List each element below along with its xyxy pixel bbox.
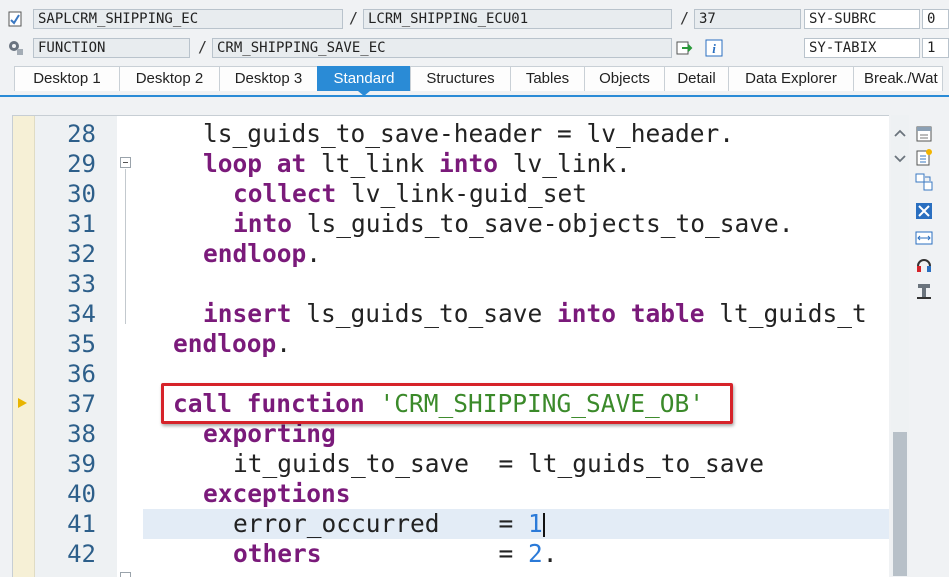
code-line: 30 collect lv_link-guid_set xyxy=(13,179,889,209)
fullscreen-icon[interactable] xyxy=(913,201,935,221)
line-number: 28 xyxy=(67,120,96,148)
tab-underline xyxy=(0,95,949,97)
tab-structures[interactable]: Structures xyxy=(410,66,511,91)
line-number: 35 xyxy=(67,330,96,358)
program-name-field[interactable]: SAPLCRM_SHIPPING_EC xyxy=(33,9,343,29)
text-cursor xyxy=(542,513,545,537)
tab-data-explorer[interactable]: Data Explorer xyxy=(728,66,854,91)
step-icon[interactable] xyxy=(676,39,694,57)
code-text: endloop. xyxy=(203,239,322,268)
watch-icon[interactable] xyxy=(913,255,935,275)
code-line: 32 endloop. xyxy=(13,239,889,269)
event-name-field[interactable]: CRM_SHIPPING_SAVE_EC xyxy=(212,38,672,58)
compare-icon[interactable] xyxy=(913,172,935,192)
code-line: 39 it_guids_to_save = lt_guids_to_save xyxy=(13,449,889,479)
separator: / xyxy=(680,9,690,27)
line-number: 40 xyxy=(67,480,96,508)
tab-objects[interactable]: Objects xyxy=(584,66,665,91)
line-number: 37 xyxy=(67,390,96,418)
code-text: error_occurred = 1 xyxy=(233,509,545,538)
fold-toggle[interactable] xyxy=(120,572,131,577)
code-line: 35 endloop. xyxy=(13,329,889,359)
tab-strip: Desktop 1 Desktop 2 Desktop 3 Standard S… xyxy=(14,66,943,91)
sysvar1-value-field[interactable]: 0 xyxy=(922,9,949,29)
line-number: 34 xyxy=(67,300,96,328)
tab-standard[interactable]: Standard xyxy=(317,66,411,91)
line-number: 38 xyxy=(67,420,96,448)
code-line: 33 xyxy=(13,269,889,299)
code-line: 29 loop at lt_link into lv_link. xyxy=(13,149,889,179)
sysvar2-name-field[interactable]: SY-TABIX xyxy=(804,38,920,58)
highlighted-statement-box xyxy=(161,383,733,424)
tab-desktop-1[interactable]: Desktop 1 xyxy=(14,66,120,91)
include-name-field[interactable]: LCRM_SHIPPING_ECU01 xyxy=(363,9,672,29)
code-line: 28 ls_guids_to_save-header = lv_header. xyxy=(13,119,889,149)
line-number: 30 xyxy=(67,180,96,208)
line-number: 29 xyxy=(67,150,96,178)
code-line: 41 error_occurred = 1 xyxy=(13,509,889,539)
tab-desktop-3[interactable]: Desktop 3 xyxy=(219,66,318,91)
line-number: 33 xyxy=(67,270,96,298)
new-icon[interactable] xyxy=(913,124,935,144)
code-line: 42 others = 2. xyxy=(13,539,889,569)
sysvar2-value-field[interactable]: 1 xyxy=(922,38,949,58)
code-text: insert ls_guids_to_save into table lt_gu… xyxy=(203,299,867,328)
code-line: 34 insert ls_guids_to_save into table lt… xyxy=(13,299,889,329)
tool-icon[interactable] xyxy=(913,281,935,301)
code-text: into ls_guids_to_save-objects_to_save. xyxy=(233,209,794,238)
code-line: 31 into ls_guids_to_save-objects_to_save… xyxy=(13,209,889,239)
tab-breakpoints-watchpoints[interactable]: Break./Wat xyxy=(853,66,943,91)
width-icon[interactable] xyxy=(913,228,935,248)
sysvar1-name-field[interactable]: SY-SUBRC xyxy=(804,9,920,29)
info-icon[interactable]: i xyxy=(705,39,723,57)
code-text: loop at lt_link into lv_link. xyxy=(203,149,631,178)
line-number: 42 xyxy=(67,540,96,568)
code-text: it_guids_to_save = lt_guids_to_save xyxy=(233,449,765,478)
code-text: endloop. xyxy=(173,329,292,358)
tab-tables[interactable]: Tables xyxy=(510,66,585,91)
line-number: 41 xyxy=(67,510,96,538)
line-number: 31 xyxy=(67,210,96,238)
line-number: 36 xyxy=(67,360,96,388)
code-line: 40 exceptions xyxy=(13,479,889,509)
line-number: 32 xyxy=(67,240,96,268)
scrollbar-thumb[interactable] xyxy=(893,432,907,576)
code-text: others = 2. xyxy=(233,539,558,568)
scroll-down-icon[interactable] xyxy=(891,150,909,168)
new-document-icon[interactable] xyxy=(913,147,935,167)
line-number-field[interactable]: 37 xyxy=(694,9,801,29)
active-tab-pointer xyxy=(358,91,370,96)
separator: / xyxy=(349,9,359,27)
program-icon xyxy=(6,10,24,28)
code-text: ls_guids_to_save-header = lv_header. xyxy=(203,119,735,148)
code-editor[interactable]: 28 ls_guids_to_save-header = lv_header. … xyxy=(12,115,889,577)
tab-desktop-2[interactable]: Desktop 2 xyxy=(119,66,220,91)
code-text: exceptions xyxy=(203,479,351,508)
svg-text:i: i xyxy=(712,41,716,56)
separator: / xyxy=(198,38,208,56)
code-text: collect lv_link-guid_set xyxy=(233,179,588,208)
scroll-up-icon[interactable] xyxy=(891,124,909,142)
event-type-field[interactable]: FUNCTION xyxy=(33,38,190,58)
tab-detail[interactable]: Detail xyxy=(664,66,729,91)
line-number: 39 xyxy=(67,450,96,478)
settings-icon[interactable] xyxy=(6,38,24,56)
